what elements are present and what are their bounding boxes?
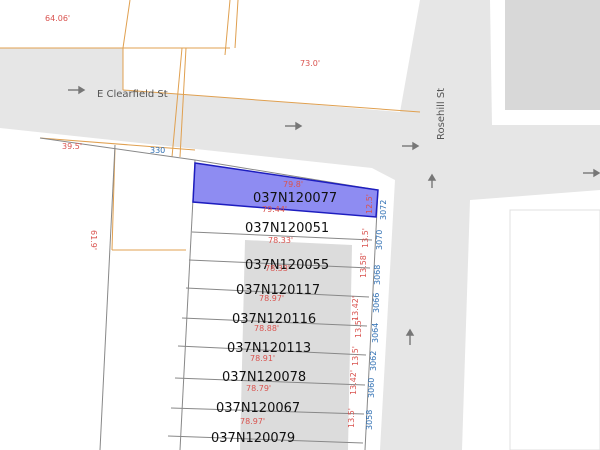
dimension-label: 39.5' [62, 142, 83, 151]
parcel-depth-label: 78.33' [268, 236, 294, 245]
parcel-depth-label: 78.91' [250, 354, 276, 363]
parcel-address-label: 3070 [375, 229, 384, 250]
address-label: 330 [150, 146, 166, 155]
parcel-frontage-label: 13.58' [359, 252, 368, 278]
parcel-depth-label: 78.33' [265, 264, 291, 273]
parcel-address-label: 3068 [373, 264, 382, 285]
parcel-id-label[interactable]: 037N120079 [211, 432, 295, 445]
parcel-address-label: 3066 [372, 292, 381, 313]
selected-parcel-id[interactable]: 037N120077 [253, 192, 337, 205]
parcel-id-label[interactable]: 037N120078 [222, 371, 306, 384]
parcel-id-label[interactable]: 037N120067 [216, 402, 300, 415]
parcel-depth-label: 78.88' [254, 324, 280, 333]
parcel-id-label[interactable]: 037N120051 [245, 222, 329, 235]
building-north-east [505, 0, 600, 110]
parcel-address-label: 3058 [365, 409, 374, 430]
parcel-address-label: 3062 [369, 350, 378, 371]
parcel-frontage-label: 13.5' [361, 227, 370, 248]
selected-parcel-dim-top: 79.8' [283, 180, 304, 189]
parcel-map[interactable]: E Clearfield St Rosehill St 64.06' 73.0'… [0, 0, 600, 450]
lot-south-east [509, 209, 600, 450]
parcel-address-label: 3064 [371, 322, 380, 343]
parcel-depth-label: 78.97' [240, 417, 266, 426]
dimension-label: 64.06' [45, 14, 71, 23]
parcel-frontage-label: 13.5' [351, 345, 360, 366]
selected-parcel-dim-side: 12.5' [365, 193, 374, 214]
street-label-clearfield: E Clearfield St [97, 89, 168, 100]
parcel-depth-label: 78.79' [246, 384, 272, 393]
address-label: 3072 [379, 199, 388, 220]
selected-parcel-dim-bottom: 79.44' [262, 205, 288, 214]
parcel-depth-label: 78.97' [259, 294, 285, 303]
street-label-rosehill: Rosehill St [436, 87, 447, 140]
parcel-address-label: 3060 [367, 377, 376, 398]
dimension-label: 61.9' [89, 230, 98, 251]
dimension-label: 73.0' [300, 59, 321, 68]
dimension-label: 13.42' [351, 295, 360, 321]
parcel-frontage-label: 13.42' [349, 369, 358, 395]
parcel-frontage-label: 13.5' [347, 407, 356, 428]
